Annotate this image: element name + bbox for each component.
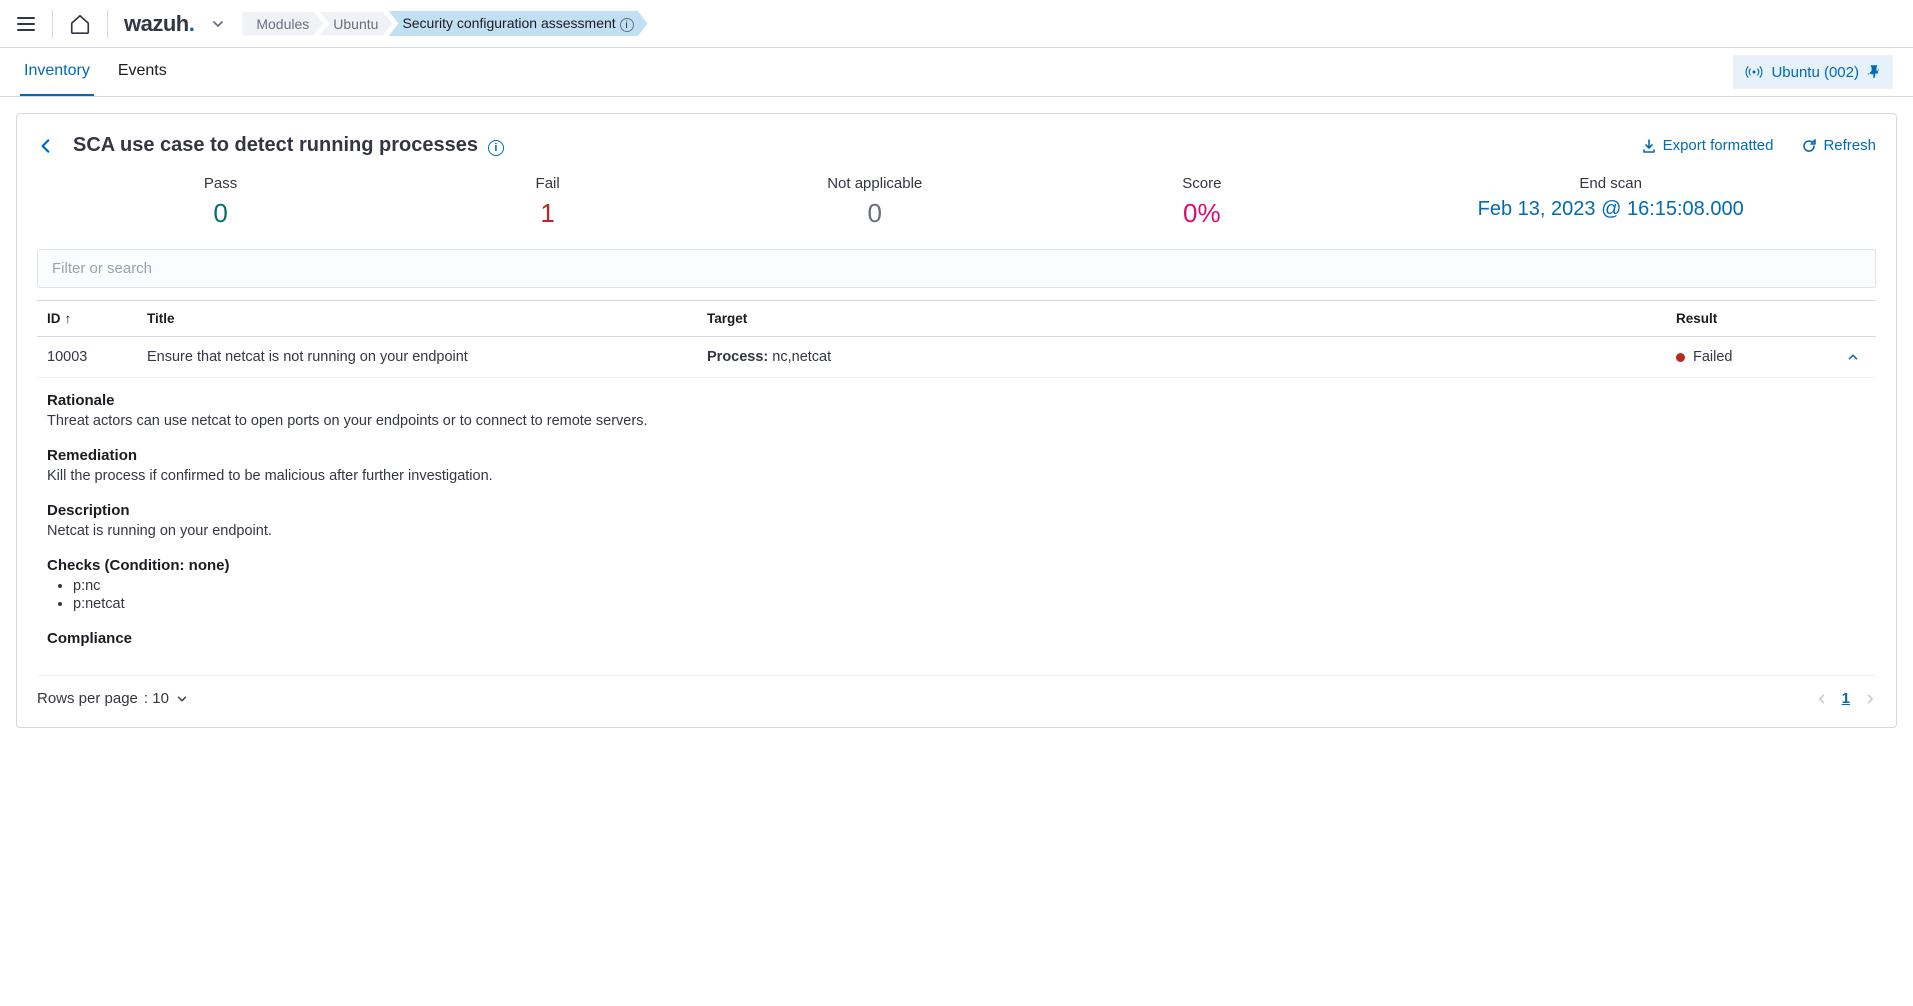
- panel-actions: Export formatted Refresh: [1641, 137, 1876, 154]
- rows-per-page[interactable]: Rows per page: 10: [37, 690, 189, 707]
- subnav: Inventory Events Ubuntu (002): [0, 48, 1913, 97]
- info-icon: i: [620, 18, 634, 32]
- page: SCA use case to detect running processes…: [0, 97, 1913, 744]
- table-row-details: Rationale Threat actors can use netcat t…: [37, 378, 1876, 676]
- broadcast-icon: [1745, 63, 1763, 81]
- agent-label: Ubuntu (002): [1771, 64, 1859, 81]
- home-icon[interactable]: [69, 13, 91, 35]
- table-row[interactable]: 10003 Ensure that netcat is not running …: [37, 337, 1876, 378]
- main-panel: SCA use case to detect running processes…: [16, 113, 1897, 728]
- back-button[interactable]: [37, 137, 55, 155]
- topbar: wazuh. Modules Ubuntu Security configura…: [0, 0, 1913, 48]
- stat-fail: Fail 1: [384, 175, 711, 229]
- status-dot-fail: [1676, 353, 1685, 362]
- check-item: p:nc: [73, 578, 1866, 594]
- page-prev[interactable]: [1816, 693, 1828, 705]
- panel-header: SCA use case to detect running processes…: [37, 134, 1876, 157]
- page-next[interactable]: [1864, 693, 1876, 705]
- divider: [107, 10, 108, 38]
- detail-remediation: Remediation Kill the process if confirme…: [47, 447, 1866, 484]
- tabs: Inventory Events: [20, 48, 171, 96]
- cell-result: Failed: [1666, 337, 1836, 378]
- divider: [52, 10, 53, 38]
- agent-badge[interactable]: Ubuntu (002): [1733, 55, 1893, 89]
- panel-title: SCA use case to detect running processes…: [73, 134, 504, 157]
- detail-description: Description Netcat is running on your en…: [47, 502, 1866, 539]
- refresh-icon: [1801, 138, 1817, 154]
- cell-id: 10003: [37, 337, 137, 378]
- stat-end-scan: End scan Feb 13, 2023 @ 16:15:08.000: [1365, 175, 1856, 229]
- breadcrumb-agent[interactable]: Ubuntu: [319, 12, 392, 36]
- col-target[interactable]: Target: [697, 301, 1666, 337]
- chevron-down-icon[interactable]: [210, 16, 226, 32]
- download-icon: [1641, 138, 1657, 154]
- col-id[interactable]: ID↑: [37, 301, 137, 337]
- chevron-down-icon: [175, 692, 189, 706]
- search-wrap: [37, 249, 1876, 288]
- col-result[interactable]: Result: [1666, 301, 1836, 337]
- page-current[interactable]: 1: [1842, 690, 1850, 707]
- row-details: Rationale Threat actors can use netcat t…: [37, 378, 1876, 675]
- pin-icon[interactable]: [1867, 65, 1881, 79]
- detail-checks: Checks (Condition: none) p:nc p:netcat: [47, 557, 1866, 612]
- cell-target: Process: nc,netcat: [697, 337, 1666, 378]
- search-input[interactable]: [38, 250, 1875, 287]
- menu-icon[interactable]: [16, 14, 36, 34]
- results-table: ID↑ Title Target Result 10003 Ensure tha…: [37, 300, 1876, 676]
- stat-na: Not applicable 0: [711, 175, 1038, 229]
- tab-events[interactable]: Events: [114, 48, 171, 96]
- tab-inventory[interactable]: Inventory: [20, 48, 94, 96]
- stat-score: Score 0%: [1038, 175, 1365, 229]
- detail-rationale: Rationale Threat actors can use netcat t…: [47, 392, 1866, 429]
- refresh-button[interactable]: Refresh: [1801, 137, 1876, 154]
- logo[interactable]: wazuh.: [124, 11, 194, 37]
- col-expand: [1836, 301, 1876, 337]
- stat-pass: Pass 0: [57, 175, 384, 229]
- table-footer: Rows per page: 10 1: [37, 676, 1876, 707]
- export-button[interactable]: Export formatted: [1641, 137, 1774, 154]
- check-item: p:netcat: [73, 596, 1866, 612]
- cell-title: Ensure that netcat is not running on you…: [137, 337, 697, 378]
- cell-expand[interactable]: [1836, 337, 1876, 378]
- col-title[interactable]: Title: [137, 301, 697, 337]
- detail-compliance: Compliance: [47, 630, 1866, 647]
- topbar-left: wazuh. Modules Ubuntu Security configura…: [16, 10, 648, 38]
- breadcrumb-current[interactable]: Security configuration assessmenti: [388, 11, 647, 37]
- info-icon[interactable]: i: [488, 140, 504, 156]
- stats-row: Pass 0 Fail 1 Not applicable 0 Score 0% …: [37, 175, 1876, 229]
- sort-asc-icon: ↑: [65, 311, 72, 326]
- pagination: 1: [1816, 690, 1876, 707]
- panel-header-left: SCA use case to detect running processes…: [37, 134, 504, 157]
- breadcrumb-modules[interactable]: Modules: [242, 12, 323, 36]
- chevron-up-icon: [1846, 350, 1866, 364]
- breadcrumbs: Modules Ubuntu Security configuration as…: [242, 11, 647, 37]
